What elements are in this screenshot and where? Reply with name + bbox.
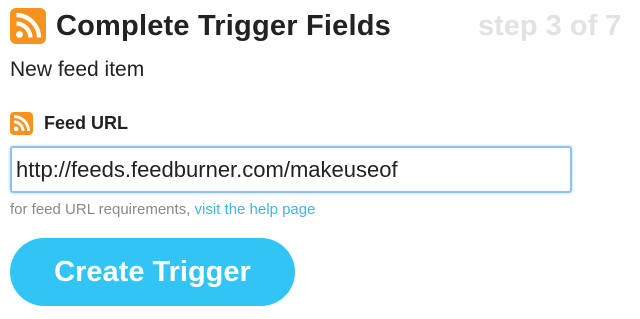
help-text: for feed URL requirements, visit the hel…	[10, 200, 315, 220]
help-page-link[interactable]: visit the help page	[195, 201, 316, 218]
page-header: Complete Trigger Fields step 3 of 7	[10, 6, 640, 46]
page-title: Complete Trigger Fields	[56, 10, 391, 42]
feed-url-label: Feed URL	[44, 113, 129, 133]
trigger-name: New feed item	[10, 58, 145, 81]
rss-icon	[10, 112, 33, 135]
help-text-prefix: for feed URL requirements,	[10, 201, 191, 218]
create-trigger-button[interactable]: Create Trigger	[10, 238, 295, 306]
feed-url-input[interactable]	[10, 146, 572, 193]
rss-icon	[10, 8, 46, 44]
step-indicator: step 3 of 7	[478, 10, 622, 42]
feed-url-label-row: Feed URL	[10, 111, 310, 135]
